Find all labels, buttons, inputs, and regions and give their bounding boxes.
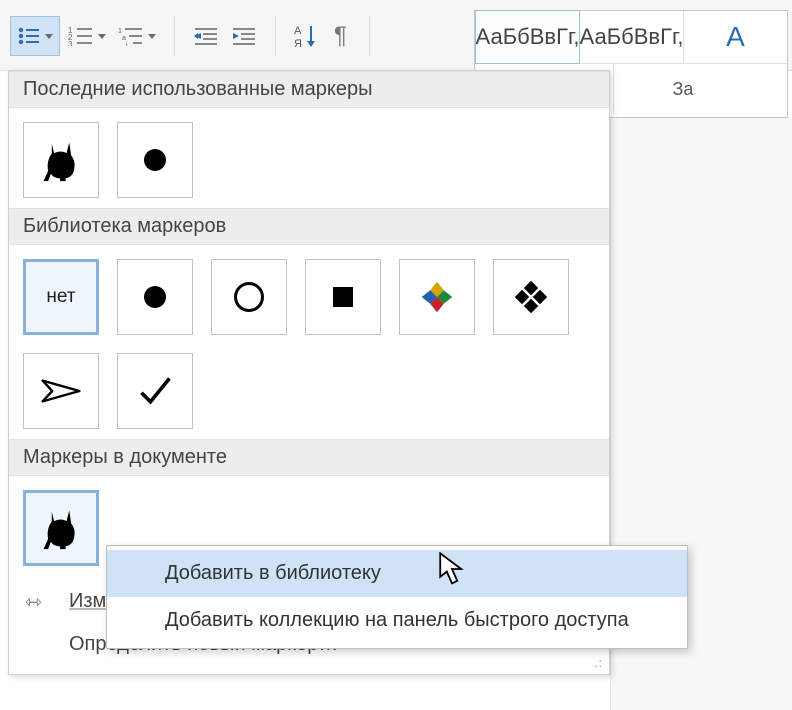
resize-grip[interactable]: .: [594,656,603,670]
ctx-add-to-library[interactable]: Добавить в библиотеку [107,550,687,597]
section-header-document: Маркеры в документе [9,439,609,476]
decrease-indent-icon [193,26,219,46]
double-arrow-icon: ⇿ [25,589,42,614]
bullet-tile-check[interactable] [117,353,193,429]
disc-icon [144,149,166,171]
bullet-tile-square[interactable] [305,259,381,335]
bullet-tile-four-color-diamond[interactable] [399,259,475,335]
pilcrow-icon: ¶ [334,22,347,50]
cat-icon [38,137,84,183]
arrow-icon [41,376,81,406]
separator [174,16,175,56]
svg-text:3: 3 [68,40,73,46]
decrease-indent-button[interactable] [189,17,223,55]
disc-icon [144,286,166,308]
section-recent [9,108,609,208]
none-label: нет [46,286,75,308]
style-preview-heading[interactable]: А [684,11,787,64]
four-diamond-icon [513,279,549,315]
chevron-down-icon [45,34,53,39]
style-caption-heading[interactable]: За [614,64,752,114]
cat-icon [38,505,84,551]
chevron-down-icon [98,34,106,39]
section-library: нет [9,245,609,439]
numbering-split-button[interactable]: 1 2 3 [64,17,110,55]
svg-text:a: a [122,35,126,42]
bullet-tile-arrow[interactable] [23,353,99,429]
show-paragraph-marks-button[interactable]: ¶ [326,17,355,55]
bullet-tile-disc[interactable] [117,122,193,198]
bullet-tile-cat-selected[interactable] [23,490,99,566]
bullet-list-icon [17,26,41,46]
multilevel-list-icon: 1 a i [118,26,144,46]
bullet-tile-cat[interactable] [23,122,99,198]
context-menu: Добавить в библиотеку Добавить коллекцию… [106,545,688,649]
ctx-add-to-qat[interactable]: Добавить коллекцию на панель быстрого до… [107,597,687,644]
sort-button[interactable]: А Я [290,17,322,55]
multilevel-list-split-button[interactable]: 1 a i [114,17,160,55]
separator [275,16,276,56]
bullet-tile-four-diamond[interactable] [493,259,569,335]
section-header-recent: Последние использованные маркеры [9,71,609,108]
svg-text:i: i [126,42,128,46]
section-header-library: Библиотека маркеров [9,208,609,245]
increase-indent-icon [231,26,257,46]
check-icon [137,373,173,409]
four-diamond-color-icon [420,280,454,314]
chevron-down-icon [148,34,156,39]
circle-icon [234,282,264,312]
style-preview-normal[interactable]: АаБбВвГг, [475,10,580,64]
bullet-tile-disc[interactable] [117,259,193,335]
increase-indent-button[interactable] [227,17,261,55]
numbered-list-icon: 1 2 3 [68,26,94,46]
style-preview-nospacing[interactable]: АаБбВвГг, [580,11,684,64]
sort-icon: А Я [294,23,318,49]
svg-text:Я: Я [294,38,302,49]
bullet-tile-none[interactable]: нет [23,259,99,335]
svg-text:1: 1 [118,28,122,35]
bullets-split-button[interactable] [10,16,60,56]
svg-text:А: А [294,25,302,37]
bullet-tile-circle[interactable] [211,259,287,335]
square-icon [333,287,353,307]
separator [369,16,370,56]
